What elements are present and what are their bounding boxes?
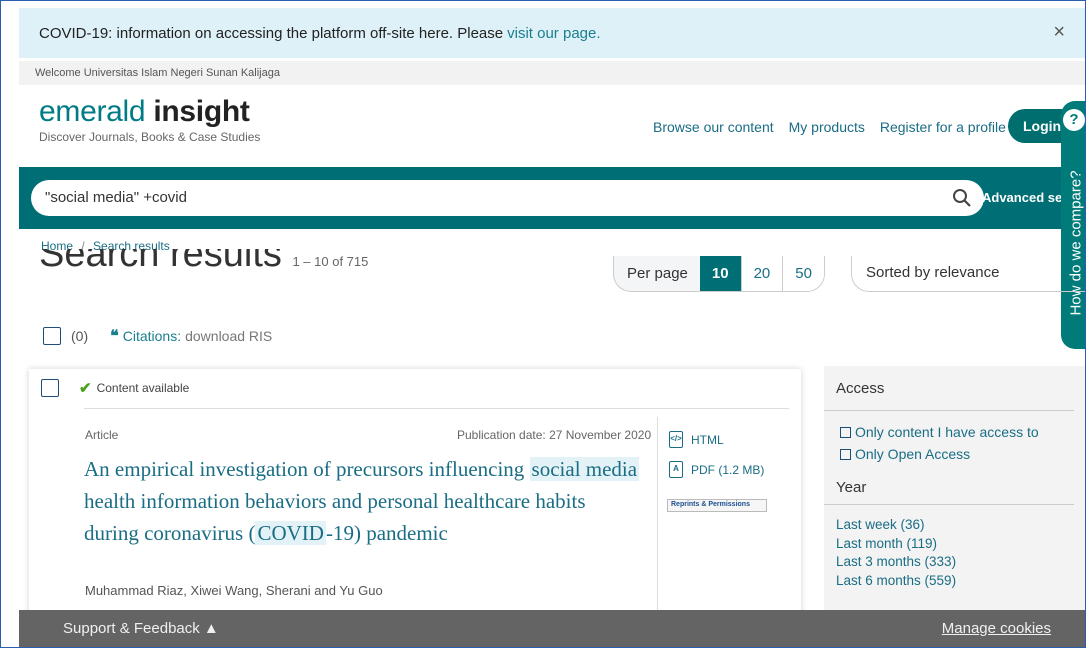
per-page-label: Per page [627,265,688,282]
year-filter-week[interactable]: Last week (36) [824,517,1085,536]
search-query: "social media" +covid [45,189,187,206]
top-nav: Browse our content My products Register … [653,119,1006,135]
citations-label[interactable]: Citations: [123,328,181,344]
search-bar: "social media" +covid Advanced searc [19,167,1085,229]
html-file-icon: </> [669,431,683,448]
compare-side-tab[interactable]: ? How do we compare? [1061,101,1085,349]
pdf-file-icon: A [669,461,683,478]
year-filter-3months[interactable]: Last 3 months (333) [824,554,1085,573]
title-part: -19) pandemic [325,521,448,545]
per-page-20[interactable]: 20 [740,256,783,291]
logo-tagline: Discover Journals, Books & Case Studies [39,130,261,144]
title-highlight: social media [529,457,640,481]
per-page-selector: Per page 10 20 50 [613,256,825,292]
quote-icon: ❝ [110,328,119,345]
result-checkbox[interactable] [41,379,59,397]
search-input[interactable]: "social media" +covid [31,180,984,216]
pdf-link[interactable]: A PDF (1.2 MB) [669,461,764,478]
pdf-label: PDF (1.2 MB) [691,462,765,477]
filter-label: Only content I have access to [855,424,1039,440]
page: COVID-19: information on accessing the p… [0,0,1086,648]
filter-open-access[interactable]: Only Open Access [824,443,1085,465]
download-ris-link[interactable]: download RIS [185,328,272,344]
availability-label: Content available [96,381,190,395]
filter-access-content[interactable]: Only content I have access to [824,421,1085,443]
compare-text: How do we compare? [1067,170,1085,316]
result-card: ✔ Content available Article Publication … [29,369,801,629]
covid-banner: COVID-19: information on accessing the p… [19,8,1085,58]
page-title-text: Search results [39,249,282,275]
select-all-checkbox[interactable] [43,327,61,345]
welcome-text: Welcome Universitas Islam Negeri Sunan K… [19,61,1085,85]
logo[interactable]: emerald insight Discover Journals, Books… [39,95,261,145]
citations-row: (0) ❝ Citations: download RIS [43,326,272,346]
card-divider [84,408,789,409]
reprints-permissions-button[interactable]: Reprints & Permissions [667,499,767,512]
footer-bar: Support & Feedback ▲ Manage cookies [19,610,1085,647]
checkbox-icon [840,426,851,438]
logo-bold: insight [153,95,250,128]
register-link[interactable]: Register for a profile [880,119,1006,135]
page-title: Search results 1 – 10 of 715 [39,249,369,291]
manage-cookies-link[interactable]: Manage cookies [942,620,1051,637]
search-icon[interactable] [952,188,972,208]
filter-label: Only Open Access [855,446,971,462]
article-type: Article [85,428,119,442]
publication-date: Publication date: 27 November 2020 [457,428,652,442]
article-title-link[interactable]: An empirical investigation of precursors… [84,453,644,549]
logo-light: emerald [39,95,146,128]
support-feedback-button[interactable]: Support & Feedback ▲ [63,620,219,637]
title-part: An empirical investigation of precursors… [84,457,525,481]
article-authors: Muhammad Riaz, Xiwei Wang, Sherani and Y… [85,583,383,598]
per-page-10[interactable]: 10 [699,256,741,291]
result-count: 1 – 10 of 715 [292,254,369,269]
html-link[interactable]: </> HTML [669,431,724,448]
filters-panel: Access Only content I have access to Onl… [824,366,1085,616]
title-highlight: COVID [255,521,326,545]
per-page-50[interactable]: 50 [782,256,824,291]
access-heading: Access [824,366,1074,411]
close-icon[interactable]: × [1053,21,1065,44]
help-icon: ? [1063,109,1085,131]
banner-link[interactable]: visit our page. [507,25,600,42]
year-heading: Year [824,465,1074,505]
year-filter-6months[interactable]: Last 6 months (559) [824,573,1085,592]
sort-select[interactable]: Sorted by relevance [851,256,1085,292]
check-icon: ✔ [79,380,92,397]
year-filter-month[interactable]: Last month (119) [824,536,1085,555]
selected-count: (0) [71,328,89,344]
browse-link[interactable]: Browse our content [653,119,774,135]
card-vertical-divider [657,417,658,629]
checkbox-icon [840,448,851,460]
banner-text: COVID-19: information on accessing the p… [39,24,504,42]
my-products-link[interactable]: My products [789,119,865,135]
html-label: HTML [691,432,724,447]
